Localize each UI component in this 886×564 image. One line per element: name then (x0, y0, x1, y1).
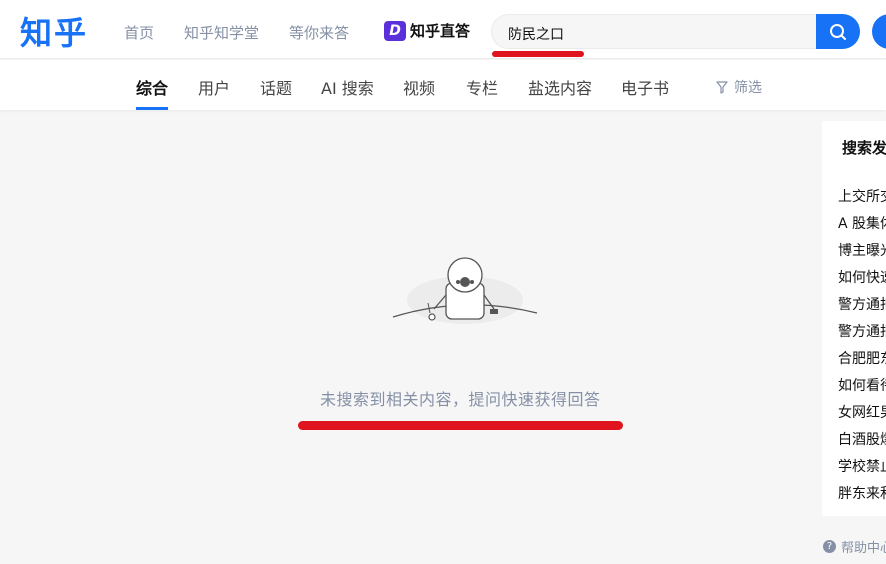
annotation-underline-empty (298, 421, 623, 430)
discovery-item[interactable]: 警方通报 (838, 321, 886, 341)
search-discovery-card: 搜索发 上交所交 A 股集体 博主曝光 如何快速 警方通报 警方通报 合肥肥东 … (822, 121, 886, 516)
zhihu-logo[interactable]: 知乎 (20, 8, 88, 54)
empty-state-message: 未搜索到相关内容，提问快速获得回答 (320, 390, 601, 409)
discovery-item[interactable]: 如何看待 (838, 375, 886, 395)
tab-general[interactable]: 综合 (136, 75, 168, 99)
search-input[interactable]: 防民之口 (491, 14, 817, 49)
filter-icon (716, 80, 728, 94)
annotation-underline-search (492, 51, 584, 57)
tab-ai-search[interactable]: AI 搜索 (321, 75, 374, 99)
sidebar-title: 搜索发 (842, 139, 886, 157)
search-button[interactable] (816, 14, 860, 49)
zhida-label: 知乎直答 (410, 22, 471, 40)
active-tab-indicator (136, 107, 168, 110)
help-icon: ? (823, 540, 836, 553)
discovery-item[interactable]: 上交所交 (838, 186, 886, 206)
zhida-link[interactable]: D 知乎直答 (384, 20, 470, 41)
tab-columns[interactable]: 专栏 (466, 75, 498, 99)
help-label: 帮助中心 (841, 541, 886, 556)
empty-robot-illustration (392, 257, 538, 324)
ask-question-button[interactable] (872, 14, 886, 49)
top-header: 知乎 首页 知乎知学堂 等你来答 D 知乎直答 防民之口 (0, 0, 886, 59)
discovery-item[interactable]: 如何快速 (838, 267, 886, 287)
discovery-item[interactable]: 胖东来和 (838, 483, 886, 503)
discovery-item[interactable]: A 股集体 (838, 213, 886, 233)
discovery-item[interactable]: 博主曝光 (838, 240, 886, 260)
filter-label: 筛选 (734, 80, 762, 96)
discovery-item[interactable]: 警方通报 (838, 294, 886, 314)
tab-ebooks[interactable]: 电子书 (621, 75, 669, 99)
discovery-item[interactable]: 白酒股爆 (838, 429, 886, 449)
discovery-item[interactable]: 学校禁止 (838, 456, 886, 476)
nav-waiting-answers[interactable]: 等你来答 (289, 22, 349, 43)
search-tabs: 综合 用户 话题 AI 搜索 视频 专栏 盐选内容 电子书 筛选 (0, 60, 886, 110)
discovery-item[interactable]: 合肥肥东 (838, 348, 886, 368)
help-center-link[interactable]: ? 帮助中心 (823, 537, 886, 556)
tab-videos[interactable]: 视频 (403, 75, 435, 99)
zhida-logo-icon: D (384, 20, 406, 41)
search-icon (830, 23, 846, 40)
nav-zhixuetang[interactable]: 知乎知学堂 (184, 22, 259, 43)
tab-topics[interactable]: 话题 (260, 75, 292, 99)
tab-users[interactable]: 用户 (198, 75, 230, 99)
nav-home[interactable]: 首页 (124, 22, 154, 43)
search-query[interactable]: 防民之口 (508, 24, 564, 44)
tab-salt-content[interactable]: 盐选内容 (528, 75, 592, 99)
discovery-item[interactable]: 女网红男 (838, 402, 886, 422)
filter-button[interactable]: 筛选 (716, 77, 762, 97)
